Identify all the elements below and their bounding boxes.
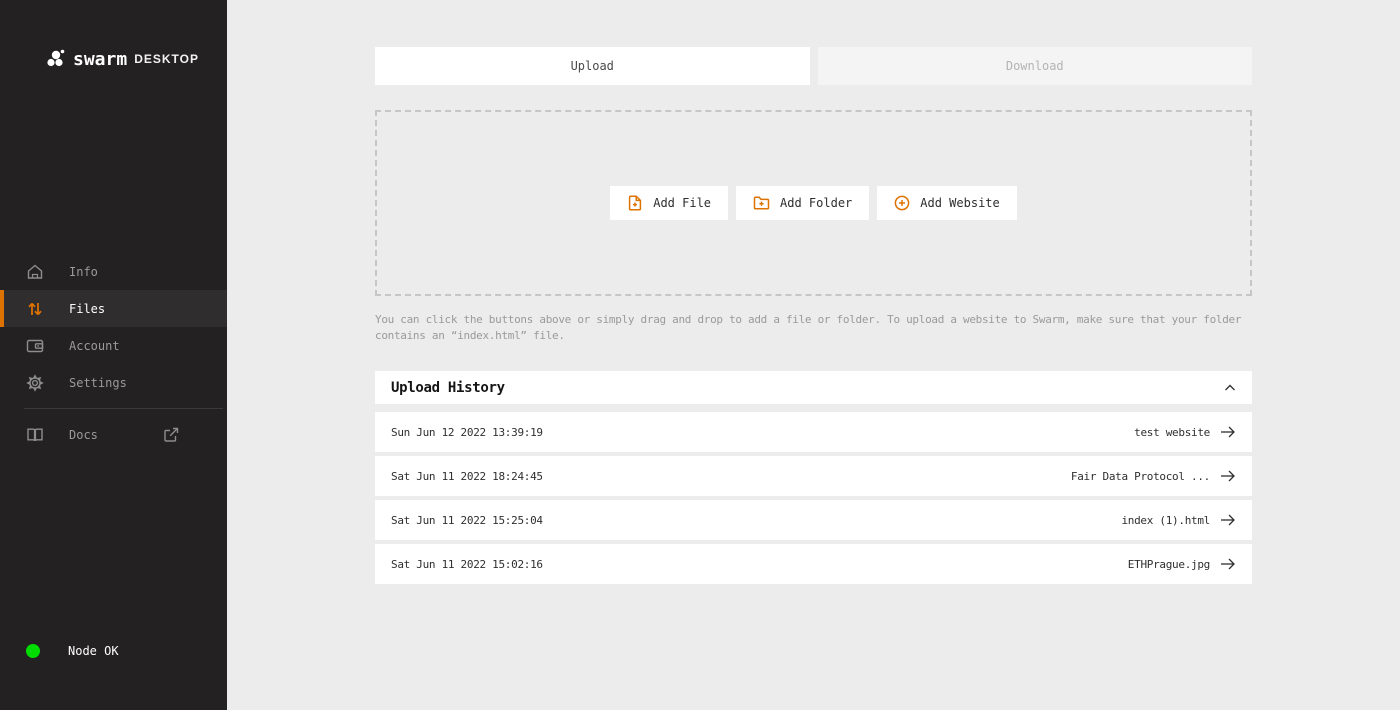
gear-icon: [26, 374, 44, 392]
history-row[interactable]: Sat Jun 11 2022 18:24:45 Fair Data Proto…: [375, 456, 1252, 496]
main-content: Upload Download Add File: [227, 0, 1400, 710]
upload-history-section: Upload History Sun Jun 12 2022 13:39:19 …: [375, 371, 1252, 584]
history-row-filename: Fair Data Protocol ...: [1071, 470, 1210, 483]
sidebar-item-settings[interactable]: Settings: [0, 364, 227, 401]
sidebar-divider: [24, 408, 223, 409]
swarm-logo-icon: [44, 48, 66, 70]
node-status-dot: [26, 644, 40, 658]
sidebar-item-info[interactable]: Info: [0, 253, 227, 290]
arrows-up-down-icon: [26, 300, 44, 318]
chevron-up-icon[interactable]: [1224, 384, 1236, 392]
node-status: Node OK: [26, 644, 119, 658]
sidebar-nav: Info Files Account: [0, 253, 227, 453]
history-row-timestamp: Sun Jun 12 2022 13:39:19: [391, 426, 543, 439]
sidebar-item-label: Settings: [69, 376, 127, 390]
wallet-icon: [26, 337, 44, 355]
history-row-filename: test website: [1134, 426, 1210, 439]
sidebar: swarm DESKTOP Info Files: [0, 0, 227, 710]
sidebar-item-label: Docs: [69, 428, 98, 442]
app-logo: swarm DESKTOP: [44, 48, 199, 70]
arrow-right-icon[interactable]: [1220, 426, 1236, 438]
folder-plus-icon: [753, 195, 770, 211]
external-link-icon: [163, 427, 179, 443]
plus-circle-icon: [894, 195, 910, 211]
history-row[interactable]: Sat Jun 11 2022 15:25:04 index (1).html: [375, 500, 1252, 540]
history-row[interactable]: Sun Jun 12 2022 13:39:19 test website: [375, 412, 1252, 452]
logo-brand-text: swarm: [73, 49, 127, 70]
history-row-timestamp: Sat Jun 11 2022 15:02:16: [391, 558, 543, 571]
sidebar-item-files[interactable]: Files: [0, 290, 227, 327]
history-row-timestamp: Sat Jun 11 2022 18:24:45: [391, 470, 543, 483]
history-row-timestamp: Sat Jun 11 2022 15:25:04: [391, 514, 543, 527]
logo-suffix-text: DESKTOP: [134, 52, 199, 66]
tab-upload[interactable]: Upload: [375, 47, 810, 85]
history-row[interactable]: Sat Jun 11 2022 15:02:16 ETHPrague.jpg: [375, 544, 1252, 584]
home-icon: [26, 263, 44, 281]
upload-history-header[interactable]: Upload History: [375, 371, 1252, 404]
history-row-filename: ETHPrague.jpg: [1128, 558, 1210, 571]
add-folder-button[interactable]: Add Folder: [736, 186, 869, 220]
arrow-right-icon[interactable]: [1220, 470, 1236, 482]
node-status-label: Node OK: [68, 644, 119, 658]
sidebar-item-label: Account: [69, 339, 120, 353]
add-file-label: Add File: [653, 196, 711, 210]
sidebar-item-account[interactable]: Account: [0, 327, 227, 364]
add-folder-label: Add Folder: [780, 196, 852, 210]
add-website-button[interactable]: Add Website: [877, 186, 1016, 220]
history-row-filename: index (1).html: [1121, 514, 1210, 527]
file-plus-icon: [627, 195, 643, 211]
upload-download-tabs: Upload Download: [375, 47, 1252, 85]
sidebar-item-label: Files: [69, 302, 105, 316]
sidebar-item-docs[interactable]: Docs: [0, 416, 227, 453]
tab-download[interactable]: Download: [818, 47, 1253, 85]
file-drop-zone[interactable]: Add File Add Folder Add Website: [375, 110, 1252, 296]
add-file-button[interactable]: Add File: [610, 186, 728, 220]
arrow-right-icon[interactable]: [1220, 558, 1236, 570]
sidebar-item-label: Info: [69, 265, 98, 279]
book-icon: [26, 426, 44, 444]
arrow-right-icon[interactable]: [1220, 514, 1236, 526]
dropzone-help-text: You can click the buttons above or simpl…: [375, 312, 1252, 344]
add-website-label: Add Website: [920, 196, 999, 210]
upload-history-title: Upload History: [391, 380, 505, 396]
